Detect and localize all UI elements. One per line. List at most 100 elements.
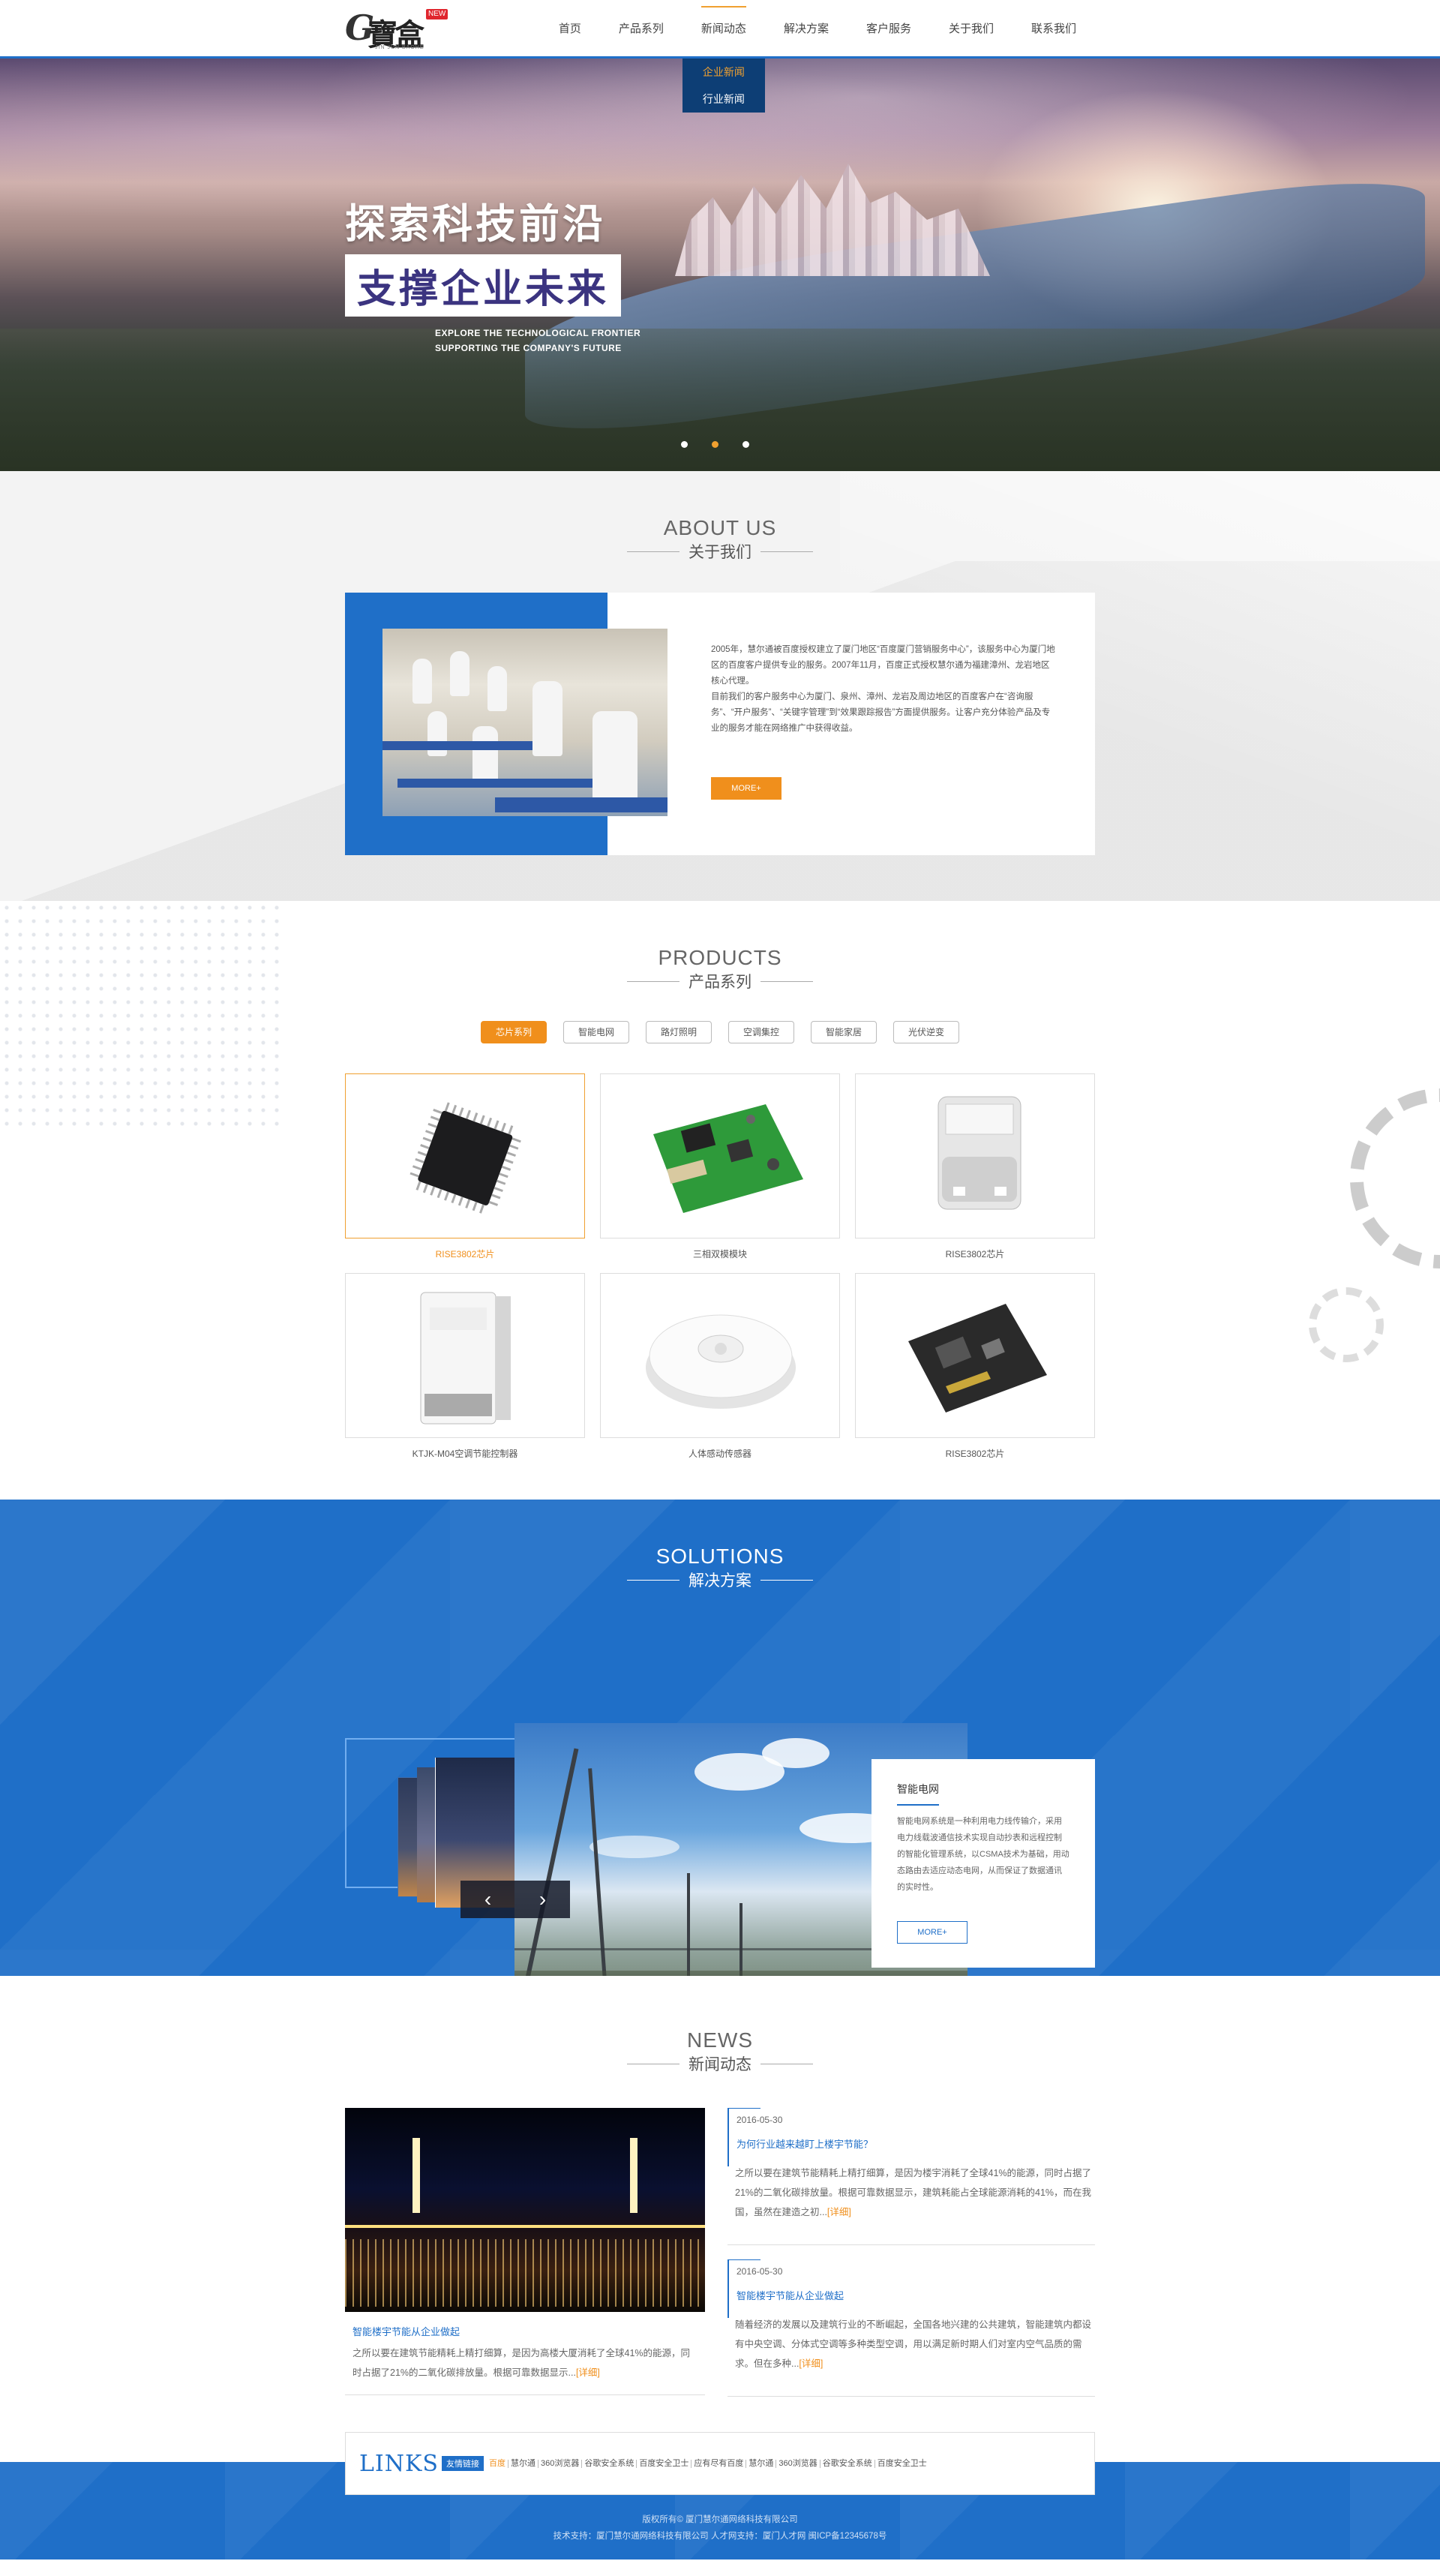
links-title: LINKS	[359, 2450, 439, 2477]
solution-slider-arrows: ‹ ›	[460, 1881, 570, 1918]
solution-info-card: 智能电网 智能电网系统是一种利用电力线传输介，采用电力线载波通信技术实现自动抄表…	[872, 1759, 1095, 1968]
news-featured-title[interactable]: 智能楼宇节能从企业做起	[352, 2324, 460, 2338]
news-featured-image[interactable]	[345, 2108, 705, 2312]
product-name[interactable]: RISE3802芯片	[855, 1447, 1095, 1460]
product-card[interactable]: KTJK-M04空调节能控制器	[345, 1273, 585, 1473]
product-image-chip[interactable]	[345, 1073, 585, 1238]
links-badge: 友情链接	[442, 2456, 484, 2471]
about-factory-photo	[382, 629, 668, 816]
news-item-summary: 随着经济的发展以及建筑行业的不断崛起，全国各地兴建的公共建筑，智能建筑内都设有中…	[735, 2319, 1092, 2369]
hero-banner: 探索科技前沿 支撑企业未来 EXPLORE THE TECHNOLOGICAL …	[0, 59, 1440, 471]
products-title-en: PRODUCTS	[658, 946, 782, 969]
about-more-button[interactable]: MORE+	[711, 777, 782, 800]
solution-card-title: 智能电网	[897, 1782, 939, 1806]
banner-dot-1[interactable]	[681, 441, 688, 448]
dropdown-item-industry-news[interactable]: 行业新闻	[682, 86, 765, 113]
logo-subtitle: JIN JUN BAOHE	[375, 45, 424, 50]
friend-link[interactable]: 谷歌安全系统	[820, 2459, 875, 2468]
solutions-heading: SOLUTIONS 解决方案	[0, 1545, 1440, 1591]
product-name[interactable]: KTJK-M04空调节能控制器	[345, 1447, 585, 1460]
news-item-detail-link[interactable]: [详细]	[827, 2207, 851, 2217]
about-heading: ABOUT US 关于我们	[0, 516, 1440, 563]
solution-more-button[interactable]: MORE+	[897, 1921, 968, 1944]
chevron-left-icon[interactable]: ‹	[460, 1881, 515, 1918]
about-description: 2005年，慧尔通被百度授权建立了厦门地区“百度厦门营销服务中心”，该服务中心为…	[711, 645, 1055, 733]
friend-link[interactable]: 百度安全卫士	[875, 2459, 929, 2468]
dropdown-item-company-news[interactable]: 企业新闻	[682, 59, 765, 86]
copyright: 版权所有© 厦门慧尔通网络科技有限公司 技术支持：厦门慧尔通网络科技有限公司 人…	[553, 2515, 887, 2541]
tab-smart-grid[interactable]: 智能电网	[563, 1021, 629, 1043]
nav-item-news[interactable]: 新闻动态 企业新闻 行业新闻	[682, 0, 765, 113]
product-name[interactable]: RISE3802芯片	[855, 1247, 1095, 1260]
friend-link[interactable]: 慧尔通	[746, 2459, 777, 2468]
site-logo[interactable]: G 寶盒 NEW JIN JUN BAOHE	[345, 6, 450, 53]
news-item-summary: 之所以要在建筑节能精耗上精打细算，是因为楼宇消耗了全球41%的能源，同时占据了2…	[735, 2168, 1092, 2217]
product-image-module[interactable]	[600, 1073, 840, 1238]
product-image-board[interactable]	[855, 1273, 1095, 1438]
news-item-title[interactable]: 智能楼宇节能从企业做起	[736, 2288, 844, 2302]
news-divider	[728, 2396, 1095, 2397]
logo-new-badge: NEW	[426, 9, 448, 20]
banner-pagination	[681, 441, 749, 448]
friend-link[interactable]: 百度安全卫士	[637, 2459, 692, 2468]
site-header: G 寶盒 NEW JIN JUN BAOHE 首页 产品系列 新闻动态 企业新闻…	[0, 0, 1440, 113]
banner-headline: 探索科技前沿 支撑企业未来 EXPLORE THE TECHNOLOGICAL …	[345, 191, 640, 356]
product-card[interactable]: RISE3802芯片	[345, 1073, 585, 1273]
chevron-right-icon[interactable]: ›	[515, 1881, 570, 1918]
solutions-section: SOLUTIONS 解决方案 ‹ › 智能电网 智能电网系统是一种利用电力线传输…	[0, 1500, 1440, 1976]
friend-link[interactable]: 应有尽有百度	[692, 2459, 747, 2468]
friend-link[interactable]: 慧尔通	[508, 2459, 538, 2468]
solution-card-description: 智能电网系统是一种利用电力线传输介，采用电力线载波通信技术实现自动抄表和远程控制…	[897, 1817, 1070, 1892]
tab-ac-control[interactable]: 空调集控	[728, 1021, 794, 1043]
news-content: 智能楼宇节能从企业做起 之所以要在建筑节能精耗上精打细算，是因为高楼大厦消耗了全…	[345, 2108, 1095, 2408]
product-name[interactable]: RISE3802芯片	[345, 1247, 585, 1260]
nav-item-service[interactable]: 客户服务	[848, 0, 930, 59]
product-card[interactable]: RISE3802芯片	[855, 1273, 1095, 1473]
news-item-detail-link[interactable]: [详细]	[799, 2358, 823, 2369]
product-name[interactable]: 三相双模模块	[600, 1247, 840, 1260]
news-item-title[interactable]: 为何行业越来越盯上楼宇节能？	[736, 2136, 873, 2151]
tab-chip-series[interactable]: 芯片系列	[481, 1021, 547, 1043]
products-title-cn: 产品系列	[627, 970, 813, 992]
solutions-title-en: SOLUTIONS	[656, 1545, 784, 1568]
news-title-en: NEWS	[687, 2028, 753, 2052]
banner-english-text: EXPLORE THE TECHNOLOGICAL FRONTIER SUPPO…	[435, 328, 641, 353]
banner-dot-2[interactable]	[712, 441, 718, 448]
tab-pv-inverter[interactable]: 光伏逆变	[893, 1021, 959, 1043]
site-footer: LINKS 友情链接 百度 慧尔通 360浏览器 谷歌安全系统 百度安全卫士 应…	[0, 2432, 1440, 2559]
nav-item-contact[interactable]: 联系我们	[1012, 0, 1095, 59]
product-card[interactable]: 人体感动传感器	[600, 1273, 840, 1473]
banner-title-2: 支撑企业未来	[345, 254, 622, 317]
products-section: PRODUCTS 产品系列 芯片系列 智能电网 路灯照明 空调集控 智能家居 光…	[0, 901, 1440, 1500]
news-dropdown-menu: 企业新闻 行业新闻	[682, 59, 765, 113]
product-image-ac-controller[interactable]	[345, 1273, 585, 1438]
tab-smart-home[interactable]: 智能家居	[811, 1021, 877, 1043]
nav-item-about[interactable]: 关于我们	[930, 0, 1012, 59]
friend-link[interactable]: 360浏览器	[538, 2459, 583, 2468]
news-divider	[728, 2244, 1095, 2245]
products-heading: PRODUCTS 产品系列	[0, 946, 1440, 992]
friend-link[interactable]: 360浏览器	[776, 2459, 820, 2468]
product-card[interactable]: 三相双模模块	[600, 1073, 840, 1273]
product-image-sensor[interactable]	[600, 1273, 840, 1438]
nav-item-home[interactable]: 首页	[540, 0, 600, 59]
tab-street-lighting[interactable]: 路灯照明	[646, 1021, 712, 1043]
friend-link[interactable]: 谷歌安全系统	[582, 2459, 638, 2468]
nav-item-products[interactable]: 产品系列	[600, 0, 682, 59]
product-image-meter[interactable]	[855, 1073, 1095, 1238]
news-heading: NEWS 新闻动态	[0, 2028, 1440, 2075]
product-card[interactable]: RISE3802芯片	[855, 1073, 1095, 1273]
news-featured-summary: 之所以要在建筑节能精耗上精打细算，是因为高楼大厦消耗了全球41%的能源，同时占据…	[352, 2348, 691, 2378]
friend-link[interactable]: 百度	[487, 2459, 508, 2468]
circuit-decoration	[0, 901, 285, 1126]
product-name[interactable]: 人体感动传感器	[600, 1447, 840, 1460]
news-divider	[345, 2394, 705, 2395]
gear-decoration-small	[1309, 1287, 1384, 1362]
about-title-en: ABOUT US	[663, 516, 777, 539]
nav-item-solutions[interactable]: 解决方案	[765, 0, 848, 59]
banner-title-1: 探索科技前沿	[345, 200, 606, 248]
main-nav: 首页 产品系列 新闻动态 企业新闻 行业新闻 解决方案 客户服务 关于我们 联系…	[540, 0, 1095, 113]
about-section: ABOUT US 关于我们 2005年，慧尔通被百度授权建立了厦门地区“百度厦门…	[0, 471, 1440, 901]
news-featured-detail-link[interactable]: [详细]	[576, 2367, 600, 2378]
banner-dot-3[interactable]	[742, 441, 749, 448]
